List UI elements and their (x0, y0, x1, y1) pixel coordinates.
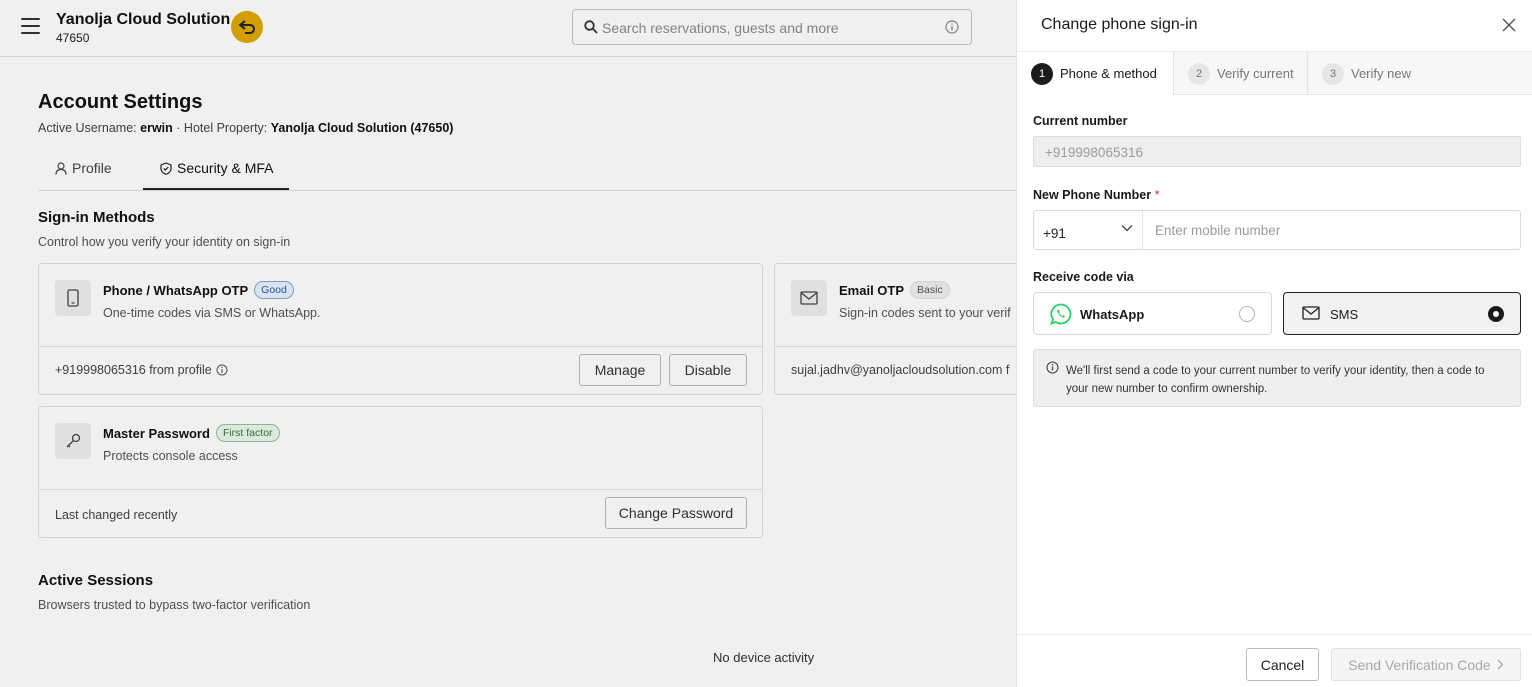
cancel-button[interactable]: Cancel (1246, 648, 1319, 681)
whatsapp-option[interactable]: WhatsApp (1033, 292, 1272, 335)
new-phone-field: +91 Enter mobile number (1033, 210, 1521, 250)
step-number: 3 (1322, 62, 1344, 85)
whatsapp-label: WhatsApp (1080, 307, 1145, 322)
step-number: 1 (1031, 62, 1053, 85)
current-number-label: Current number (1033, 114, 1128, 128)
mobile-number-input[interactable]: Enter mobile number (1155, 223, 1280, 238)
mail-icon (1302, 306, 1320, 320)
chevron-right-icon (1497, 659, 1504, 670)
whatsapp-radio[interactable] (1239, 306, 1255, 322)
current-number-field: +919998065316 (1033, 136, 1521, 167)
country-code-select[interactable]: +91 (1034, 211, 1143, 249)
new-phone-label-text: New Phone Number (1033, 188, 1152, 202)
drawer-title: Change phone sign-in (1041, 16, 1198, 33)
country-code-value: +91 (1043, 226, 1066, 241)
step-label: Verify current (1217, 66, 1294, 81)
send-verification-code-label: Send Verification Code (1348, 656, 1491, 673)
info-icon (1046, 361, 1059, 374)
step-number: 2 (1188, 62, 1210, 85)
change-phone-drawer: Change phone sign-in 1 Phone & method 2 … (1016, 0, 1532, 687)
step-label: Verify new (1351, 66, 1411, 81)
sms-radio[interactable] (1488, 306, 1504, 322)
receive-code-label: Receive code via (1033, 270, 1134, 284)
step-verify-new: 3 Verify new (1308, 52, 1438, 95)
whatsapp-icon (1050, 303, 1072, 325)
close-icon[interactable] (1501, 17, 1517, 33)
step-phone-method: 1 Phone & method (1017, 52, 1174, 95)
step-verify-current: 2 Verify current (1174, 52, 1308, 95)
sms-label: SMS (1330, 307, 1359, 322)
drawer-footer: Cancel Send Verification Code (1017, 634, 1532, 687)
info-note-text: We'll first send a code to your current … (1066, 365, 1485, 395)
chevron-down-icon (1121, 225, 1133, 232)
new-phone-label: New Phone Number * (1033, 188, 1159, 202)
step-label: Phone & method (1060, 66, 1157, 81)
stepper: 1 Phone & method 2 Verify current 3 Veri… (1017, 51, 1532, 95)
send-verification-code-button[interactable]: Send Verification Code (1331, 648, 1521, 681)
required-mark: * (1154, 188, 1160, 202)
sms-option[interactable]: SMS (1283, 292, 1521, 335)
info-note: We'll first send a code to your current … (1033, 349, 1521, 407)
